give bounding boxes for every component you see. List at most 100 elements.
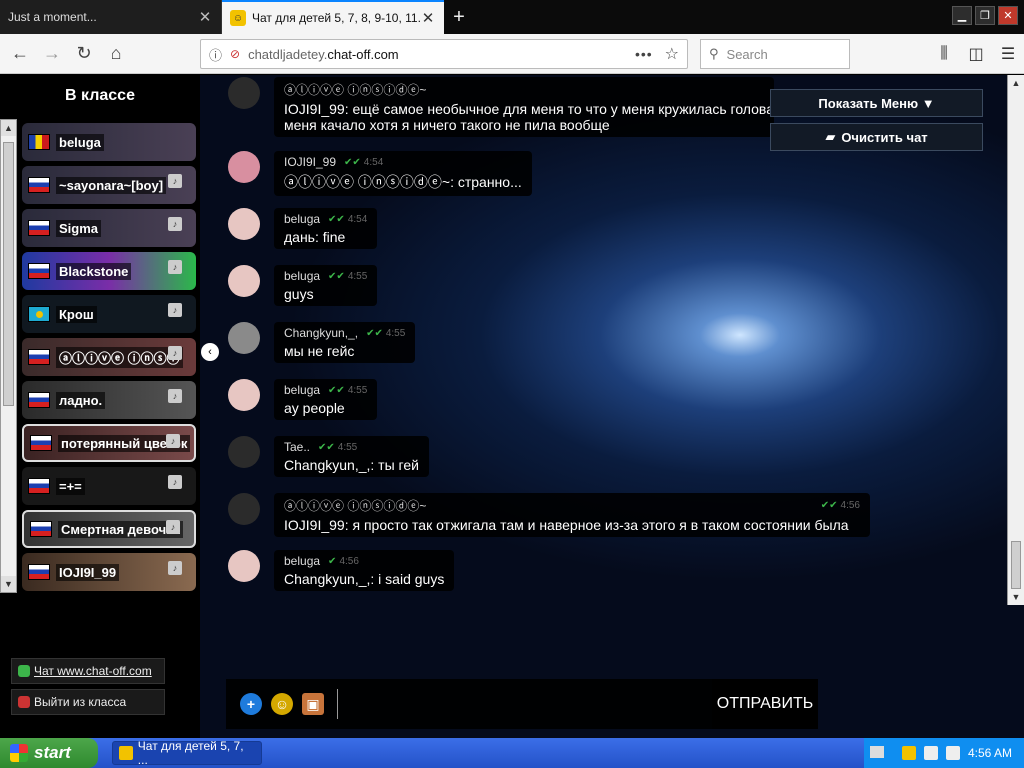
image-icon[interactable]: ▣ [302,693,324,715]
flag-icon [30,521,52,537]
private-message-icon[interactable]: ♪ [166,434,180,448]
clear-chat-label: Очистить чат [841,129,928,145]
minimize-icon[interactable]: ▁ [952,6,972,25]
private-message-icon[interactable]: ♪ [168,303,182,317]
message-text: IOJI9I_99: я просто так отжигала там и н… [284,517,849,533]
taskbar-item-chat[interactable]: Чат для детей 5, 7, ... [112,739,262,767]
emoji-icon[interactable]: ☺ [271,693,293,715]
keyboard-icon[interactable] [870,746,884,758]
message-nick[interactable]: Changkyun,_, [284,326,358,340]
sidebar-scrollbar[interactable]: ▲ ▼ [0,119,17,593]
message-nick[interactable]: ⓐⓛⓘⓥⓔ ⓘⓝⓢⓘⓓⓔ~ [284,497,426,514]
collapse-sidebar-icon[interactable]: ‹ [201,343,219,361]
site-link[interactable]: Чат www.chat-off.com [11,658,165,684]
url-bar[interactable]: ⓘ ⊘ chatdljadetey.chat-off.com ••• ☆ [200,39,688,69]
back-icon[interactable]: ← [4,38,36,70]
message-nick[interactable]: beluga [284,554,320,568]
message-time: 4:56 [840,500,860,511]
show-menu-button[interactable]: Показать Меню ▼ [770,89,983,117]
shield-icon[interactable] [901,746,916,760]
tab-bar: Just a moment... ✕ ☺ Чат для детей 5, 7,… [0,0,1024,34]
info-icon[interactable]: ⓘ [209,45,222,64]
user-item[interactable]: IOJI9I_99 ♪ [22,553,196,591]
private-message-icon[interactable]: ♪ [168,561,182,575]
read-check-icon: ✔✔ [328,213,345,225]
chat-scrollbar[interactable]: ▲ ▼ [1007,75,1024,605]
scroll-down-icon[interactable]: ▼ [1,576,16,592]
avatar [228,379,260,411]
page-actions-icon[interactable]: ••• [635,46,653,62]
message-text: меня качало хотя я ничего такого не пила… [284,117,610,133]
new-tab-button[interactable]: + [444,0,474,34]
taskbar-item-label: Чат для детей 5, 7, ... [137,739,244,767]
close-icon[interactable]: ✕ [420,9,436,27]
user-item[interactable]: Крош ♪ [22,295,196,333]
send-button[interactable]: ОТПРАВИТЬ [712,679,818,729]
scroll-down-icon[interactable]: ▼ [1008,589,1024,605]
message-bubble: Changkyun,_, ✔✔ 4:55 мы не гейс [274,322,416,363]
message-bubble: beluga ✔ 4:56 Changkyun,_,: i said guys [274,550,455,591]
favicon-icon: ☺ [230,10,246,26]
message-bubble: ⓐⓛⓘⓥⓔ ⓘⓝⓢⓘⓓⓔ~ IOJI9I_99: ещё самое необы… [274,77,774,137]
nav-bar: ← → ↻ ⌂ ⓘ ⊘ chatdljadetey.chat-off.com •… [0,34,1024,74]
sidebar-icon[interactable]: ◫ [960,38,992,70]
message-nick[interactable]: Tae.. [284,440,310,454]
scroll-thumb[interactable] [1011,541,1021,589]
private-message-icon[interactable]: ♪ [168,217,182,231]
reload-icon[interactable]: ↻ [68,38,100,70]
message-nick[interactable]: IOJI9I_99 [284,155,336,169]
private-message-icon[interactable]: ♪ [168,389,182,403]
user-name: ~sayonara~[boy] [56,176,167,194]
library-icon[interactable]: ⫼ [928,38,960,70]
user-item[interactable]: Смертная девочка ♪ [22,510,196,548]
read-check-icon: ✔✔ [318,441,335,453]
home-icon[interactable]: ⌂ [100,38,132,70]
message-nick[interactable]: ⓐⓛⓘⓥⓔ ⓘⓝⓢⓘⓓⓔ~ [284,81,764,98]
private-message-icon[interactable]: ♪ [168,174,182,188]
bookmark-star-icon[interactable]: ☆ [665,44,679,64]
start-button[interactable]: start [0,738,98,768]
user-name: =+= [56,477,85,495]
user-item[interactable]: потерянный цветок ♪ [22,424,196,462]
scroll-thumb[interactable] [3,142,14,406]
hamburger-menu-icon[interactable]: ☰ [992,38,1024,70]
forward-icon[interactable]: → [36,38,68,70]
flag-icon [28,564,50,580]
flag-icon [28,177,50,193]
user-item[interactable]: ~sayonara~[boy] ♪ [22,166,196,204]
user-item[interactable]: beluga [22,123,196,161]
private-message-icon[interactable]: ♪ [168,475,182,489]
network-icon[interactable] [923,746,938,760]
close-icon[interactable]: ✕ [197,8,213,26]
message-nick[interactable]: beluga [284,212,320,226]
scroll-up-icon[interactable]: ▲ [1008,75,1024,91]
user-item[interactable]: ладно. ♪ [22,381,196,419]
clear-chat-button[interactable]: ▰ Очистить чат [770,123,983,151]
volume-icon[interactable] [945,746,960,760]
message-nick[interactable]: beluga [284,383,320,397]
windows-logo-icon [10,744,28,762]
message-time: 4:55 [347,384,368,396]
tab-chat[interactable]: ☺ Чат для детей 5, 7, 8, 9-10, 11. ✕ [222,0,444,34]
private-message-icon[interactable]: ♪ [168,346,182,360]
close-window-icon[interactable]: ✕ [998,6,1018,25]
user-item[interactable]: =+= ♪ [22,467,196,505]
exit-class-button[interactable]: Выйти из класса [11,689,165,715]
flag-icon [28,263,50,279]
add-attachment-icon[interactable]: + [240,693,262,715]
message-nick[interactable]: beluga [284,269,320,283]
private-message-icon[interactable]: ♪ [168,260,182,274]
scroll-up-icon[interactable]: ▲ [1,120,16,136]
clock[interactable]: 4:56 AM [968,746,1012,760]
message-text: guys [284,286,314,302]
search-input[interactable]: ⚲ Search [700,39,850,69]
private-message-icon[interactable]: ♪ [166,520,180,534]
user-item[interactable]: ⓐⓛⓘⓥⓔ ⓘⓝⓢⓘ ♪ [22,338,196,376]
tab-just-a-moment[interactable]: Just a moment... ✕ [0,0,222,34]
maximize-icon[interactable]: ❐ [975,6,995,25]
read-check-icon: ✔✔ [820,500,838,511]
user-name: Смертная девочка [58,520,183,538]
insecure-lock-icon[interactable]: ⊘ [230,47,240,61]
user-item[interactable]: Sigma ♪ [22,209,196,247]
user-item[interactable]: Blackstone ♪ [22,252,196,290]
